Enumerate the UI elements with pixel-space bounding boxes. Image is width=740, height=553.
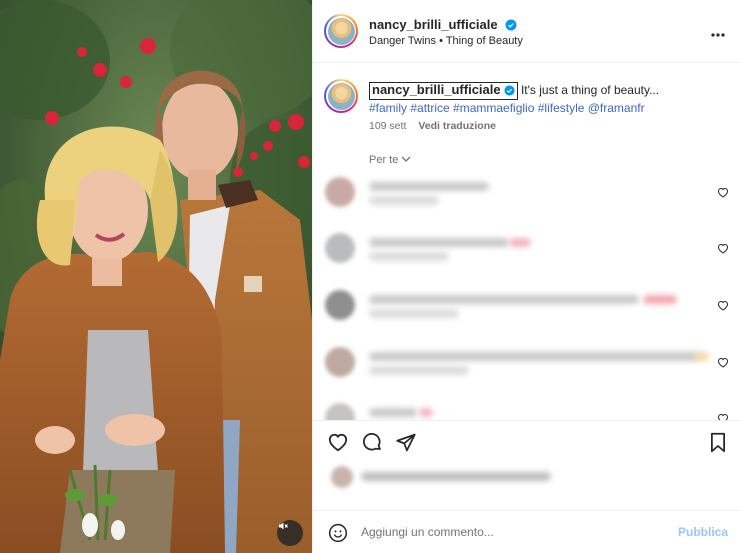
caption-text: It's just a thing of beauty... [520, 83, 660, 97]
bookmark-icon[interactable] [709, 432, 727, 458]
comment-item[interactable] [313, 285, 740, 325]
blurred-comment-meta [369, 196, 439, 205]
likes-summary-blurred [329, 466, 551, 496]
blurred-emoji [693, 352, 709, 361]
audio-track[interactable]: Danger Twins • Thing of Beauty [369, 35, 523, 47]
like-comment-heart-icon[interactable] [717, 298, 729, 316]
commenter-avatar [325, 290, 355, 320]
comment-input[interactable] [361, 525, 661, 539]
blurred-comment-text [369, 238, 509, 247]
comments-filter[interactable]: Per te [369, 154, 411, 166]
caption-username-box[interactable]: nancy_brilli_ufficiale [369, 82, 518, 100]
heart-icon[interactable] [327, 432, 349, 457]
emoji-icon[interactable] [328, 523, 348, 548]
author-username[interactable]: nancy_brilli_ufficiale [369, 17, 498, 32]
blurred-emoji [643, 295, 677, 304]
blurred-comment-meta [369, 252, 449, 261]
more-icon[interactable] [711, 22, 725, 40]
comment-item[interactable] [313, 342, 740, 382]
blurred-comment-meta [369, 309, 459, 318]
caption-avatar[interactable] [324, 79, 358, 113]
blurred-likes-text [361, 472, 551, 481]
post-header: nancy_brilli_ufficiale Danger Twins • Th… [313, 0, 740, 63]
caption-hashtags[interactable]: #family #attrice #mammaefiglio #lifestyl… [369, 101, 645, 115]
action-bar [313, 420, 740, 464]
like-comment-heart-icon[interactable] [717, 241, 729, 259]
commenter-avatar [325, 403, 355, 420]
share-icon[interactable] [395, 432, 417, 458]
post-side-panel: nancy_brilli_ufficiale Danger Twins • Th… [312, 0, 740, 553]
comments-filter-label: Per te [369, 154, 399, 166]
blurred-emoji [509, 238, 531, 247]
blurred-comment-text [369, 295, 639, 304]
blurred-comment-meta [369, 366, 469, 375]
comment-item[interactable] [313, 398, 740, 420]
commenter-avatar [325, 233, 355, 263]
author-avatar[interactable] [324, 14, 358, 48]
chevron-down-icon [401, 154, 411, 166]
like-comment-heart-icon[interactable] [717, 355, 729, 373]
comment-composer: Pubblica [313, 510, 740, 553]
caption: nancy_brilli_ufficiale It's just a thing… [369, 82, 725, 116]
commenter-avatar [325, 177, 355, 207]
comment-icon[interactable] [362, 432, 383, 458]
verified-icon [504, 85, 515, 99]
photo-illustration [0, 0, 312, 553]
blurred-comment-text [369, 352, 699, 361]
comment-item[interactable] [313, 228, 740, 268]
publish-button[interactable]: Pubblica [678, 525, 728, 539]
blurred-comment-text [369, 182, 489, 191]
like-comment-heart-icon[interactable] [717, 411, 729, 420]
post-time: 109 sett [369, 120, 407, 132]
caption-username[interactable]: nancy_brilli_ufficiale [372, 82, 501, 97]
commenter-avatar [325, 347, 355, 377]
comment-item[interactable] [313, 172, 740, 212]
blurred-comment-text [369, 408, 417, 417]
like-comment-heart-icon[interactable] [717, 185, 729, 203]
post-photo[interactable] [0, 0, 312, 553]
caption-meta: 109 sett Vedi traduzione [369, 120, 496, 132]
verified-icon [505, 18, 517, 36]
liker-avatar [331, 466, 353, 488]
blurred-emoji [419, 408, 433, 417]
mute-button[interactable] [277, 520, 303, 546]
translate-link[interactable]: Vedi traduzione [418, 120, 496, 132]
header-user-line: nancy_brilli_ufficiale [369, 16, 517, 36]
